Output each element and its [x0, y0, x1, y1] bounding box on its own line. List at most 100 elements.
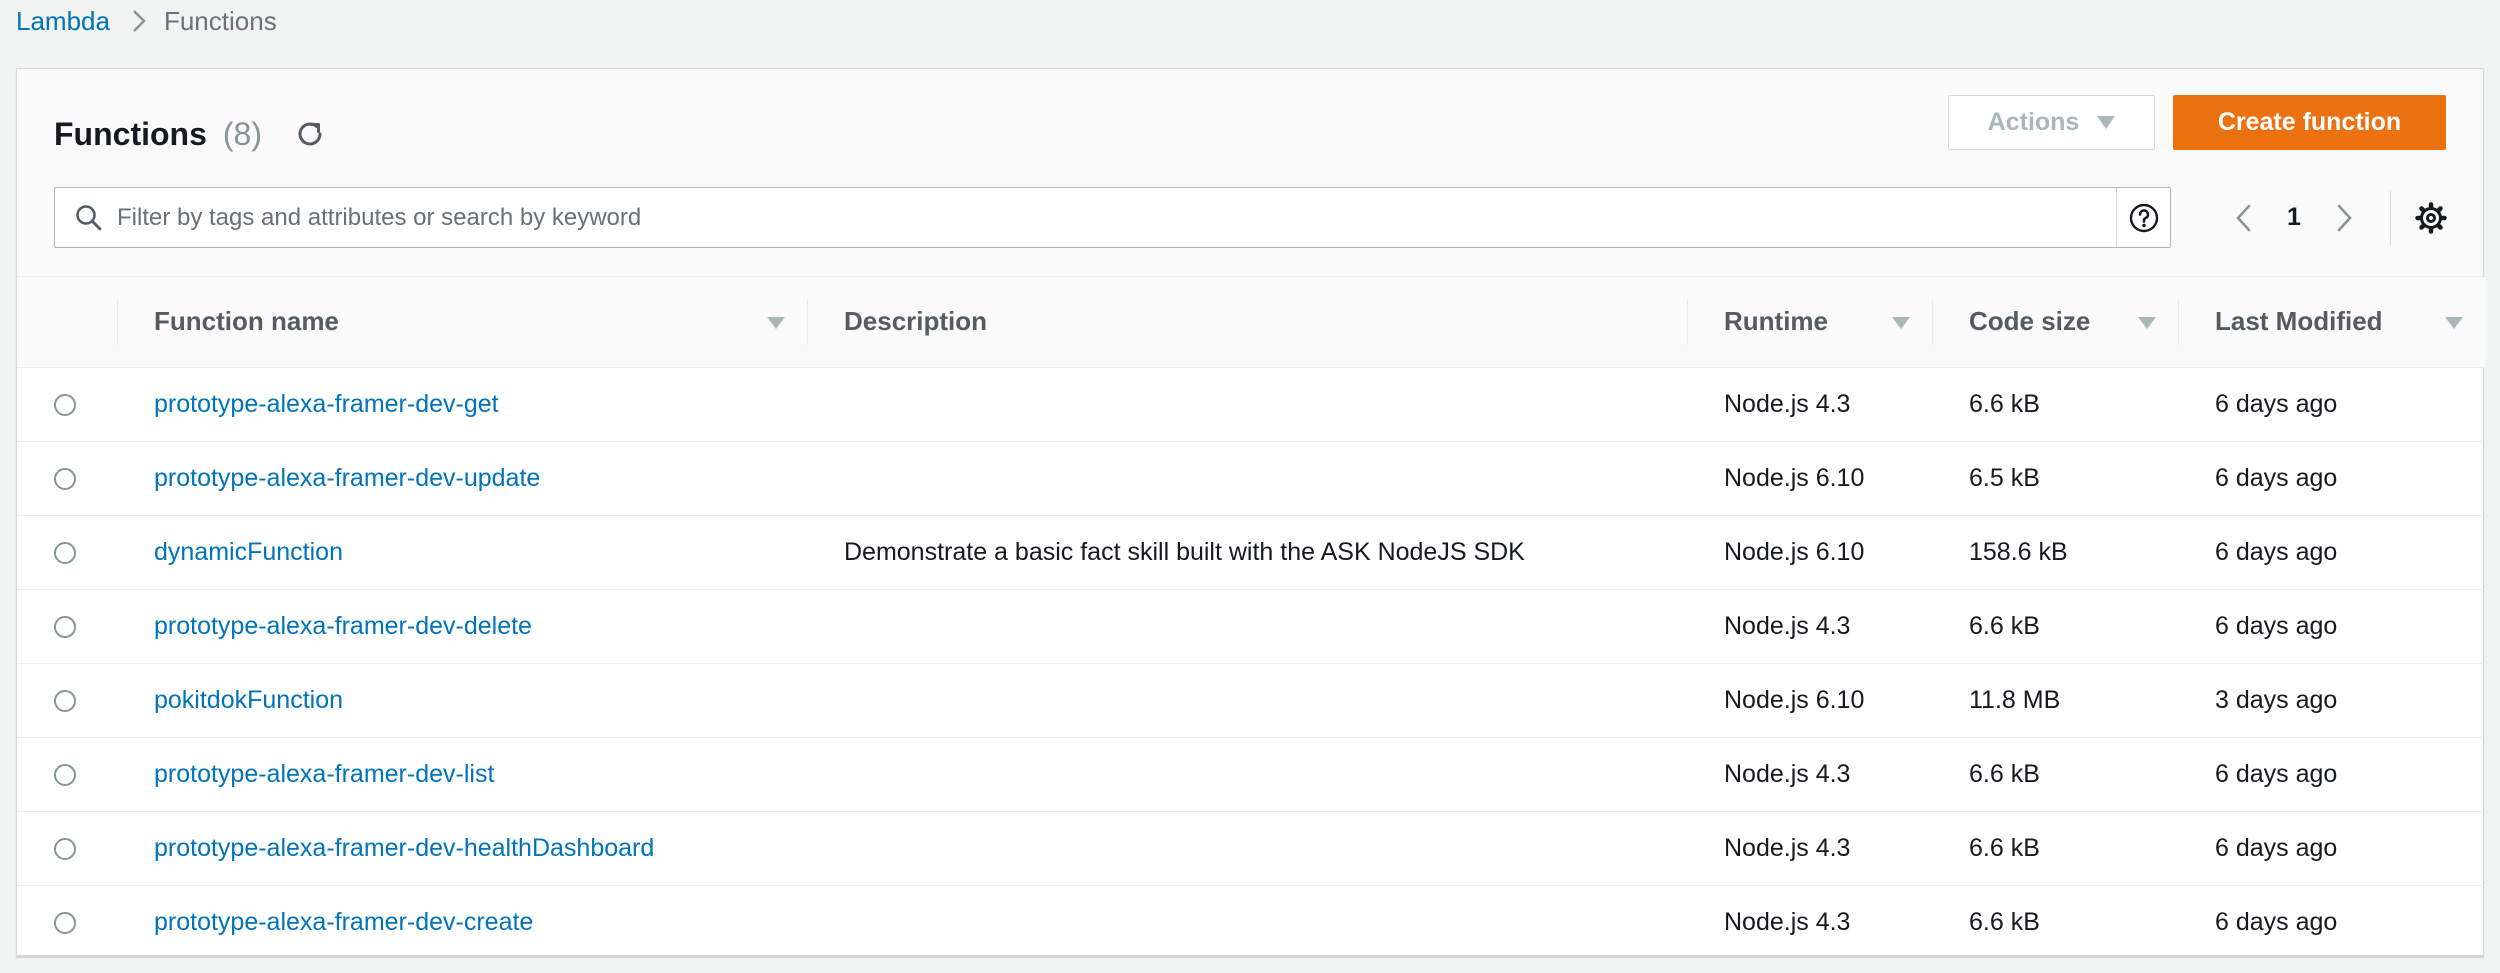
row-radio-button[interactable]	[54, 837, 76, 860]
function-name-cell: prototype-alexa-framer-dev-healthDashboa…	[117, 811, 807, 885]
column-separator	[1687, 299, 1688, 345]
runtime-cell: Node.js 4.3	[1724, 833, 1851, 862]
column-header-label: Runtime	[1724, 306, 1828, 337]
description-cell: Demonstrate a basic fact skill built wit…	[844, 537, 1525, 566]
panel-header: Functions (8) Actions Create function Fi…	[17, 69, 2483, 277]
column-header-runtime[interactable]: Runtime	[1687, 277, 1932, 368]
search-input[interactable]	[117, 188, 2116, 247]
column-separator	[117, 299, 118, 345]
description-cell	[807, 663, 1687, 737]
breadcrumb: Lambda Functions	[16, 0, 277, 42]
table-row[interactable]: prototype-alexa-framer-dev-delete Node.j…	[17, 589, 2485, 663]
description-cell	[807, 367, 1687, 441]
function-name-link[interactable]: prototype-alexa-framer-dev-healthDashboa…	[154, 834, 654, 862]
function-name-link[interactable]: prototype-alexa-framer-dev-update	[154, 464, 540, 492]
help-circle-icon[interactable]	[2116, 188, 2170, 247]
row-select-cell	[17, 885, 117, 959]
sort-caret-icon[interactable]	[1892, 317, 1910, 329]
function-name-cell: prototype-alexa-framer-dev-update	[117, 441, 807, 515]
code-size-cell: 6.6 kB	[1969, 833, 2040, 862]
runtime-cell: Node.js 6.10	[1724, 685, 1865, 714]
gear-icon[interactable]	[2403, 196, 2459, 240]
page-title: Functions	[54, 115, 207, 152]
row-radio-button[interactable]	[54, 615, 76, 638]
next-page-chevron-right-icon[interactable]	[2322, 196, 2366, 240]
description-cell	[807, 589, 1687, 663]
runtime-cell: Node.js 4.3	[1724, 389, 1851, 418]
table-row[interactable]: prototype-alexa-framer-dev-get Node.js 4…	[17, 367, 2485, 441]
table-row[interactable]: pokitdokFunction Node.js 6.10 11.8 MB 3 …	[17, 663, 2485, 737]
table-row[interactable]: prototype-alexa-framer-dev-update Node.j…	[17, 441, 2485, 515]
column-header-description: Description	[807, 277, 1687, 368]
sort-caret-icon[interactable]	[2138, 317, 2156, 329]
function-name-link[interactable]: prototype-alexa-framer-dev-get	[154, 390, 499, 418]
column-separator	[807, 299, 808, 345]
row-select-cell	[17, 811, 117, 885]
last-modified-cell: 6 days ago	[2215, 759, 2338, 788]
actions-button[interactable]: Actions	[1948, 95, 2155, 150]
row-select-cell	[17, 367, 117, 441]
function-count: (8)	[222, 115, 262, 152]
chevron-right-icon	[132, 9, 146, 33]
function-name-link[interactable]: prototype-alexa-framer-dev-create	[154, 908, 533, 936]
column-header-code-size[interactable]: Code size	[1932, 277, 2178, 368]
create-function-label: Create function	[2217, 108, 2402, 136]
functions-panel: Functions (8) Actions Create function Fi…	[16, 68, 2485, 959]
breadcrumb-lambda-link[interactable]: Lambda	[16, 6, 110, 37]
breadcrumb-current: Functions	[163, 5, 277, 36]
search-bar	[54, 187, 2171, 248]
function-name-cell: prototype-alexa-framer-dev-delete	[117, 589, 807, 663]
code-size-cell: 6.6 kB	[1969, 389, 2040, 418]
table-header-row: Function name Description Runtime Code s…	[17, 277, 2485, 368]
row-radio-button[interactable]	[54, 689, 76, 712]
function-name-link[interactable]: prototype-alexa-framer-dev-list	[154, 760, 494, 788]
last-modified-cell: 6 days ago	[2215, 463, 2338, 492]
description-cell	[807, 885, 1687, 959]
table-row[interactable]: prototype-alexa-framer-dev-healthDashboa…	[17, 811, 2485, 885]
sort-caret-icon[interactable]	[767, 317, 785, 329]
row-radio-button[interactable]	[54, 541, 76, 564]
column-separator	[1932, 299, 1933, 345]
row-radio-button[interactable]	[54, 393, 76, 416]
table-row[interactable]: dynamicFunction Demonstrate a basic fact…	[17, 515, 2485, 589]
search-icon	[61, 188, 117, 247]
refresh-icon[interactable]	[292, 116, 328, 152]
table-row[interactable]: prototype-alexa-framer-dev-list Node.js …	[17, 737, 2485, 811]
row-radio-button[interactable]	[54, 912, 76, 935]
description-cell	[807, 811, 1687, 885]
row-radio-button[interactable]	[54, 467, 76, 490]
table-row[interactable]: prototype-alexa-framer-dev-create Node.j…	[17, 885, 2485, 959]
column-header-function-name[interactable]: Function name	[117, 277, 807, 368]
last-modified-cell: 6 days ago	[2215, 833, 2338, 862]
caret-down-icon	[2097, 116, 2116, 129]
column-header-last-modified[interactable]: Last Modified	[2178, 277, 2485, 368]
function-name-link[interactable]: prototype-alexa-framer-dev-delete	[154, 612, 532, 640]
row-select-cell	[17, 663, 117, 737]
row-select-cell	[17, 515, 117, 589]
last-modified-cell: 6 days ago	[2215, 907, 2338, 936]
code-size-cell: 6.6 kB	[1969, 907, 2040, 936]
function-name-cell: prototype-alexa-framer-dev-get	[117, 367, 807, 441]
current-page[interactable]: 1	[2266, 203, 2322, 232]
previous-page-chevron-left-icon[interactable]	[2222, 196, 2266, 240]
actions-label: Actions	[1987, 108, 2080, 136]
code-size-cell: 11.8 MB	[1969, 685, 2061, 714]
row-radio-button[interactable]	[54, 763, 76, 786]
row-select-cell	[17, 737, 117, 811]
function-name-cell: prototype-alexa-framer-dev-create	[117, 885, 807, 959]
function-name-link[interactable]: dynamicFunction	[154, 538, 343, 566]
sort-caret-icon[interactable]	[2445, 317, 2463, 329]
pager-divider	[2390, 190, 2391, 245]
last-modified-cell: 3 days ago	[2215, 685, 2338, 714]
column-header-label: Description	[844, 306, 988, 337]
last-modified-cell: 6 days ago	[2215, 611, 2338, 640]
pagination: 1	[2222, 187, 2459, 248]
functions-table: Function name Description Runtime Code s…	[17, 277, 2485, 959]
create-function-button[interactable]: Create function	[2173, 95, 2446, 150]
column-header-label: Function name	[154, 306, 339, 337]
row-select-cell	[17, 589, 117, 663]
last-modified-cell: 6 days ago	[2215, 389, 2338, 418]
column-separator	[2178, 299, 2179, 345]
function-name-link[interactable]: pokitdokFunction	[154, 686, 343, 714]
function-name-cell: dynamicFunction	[117, 515, 807, 589]
